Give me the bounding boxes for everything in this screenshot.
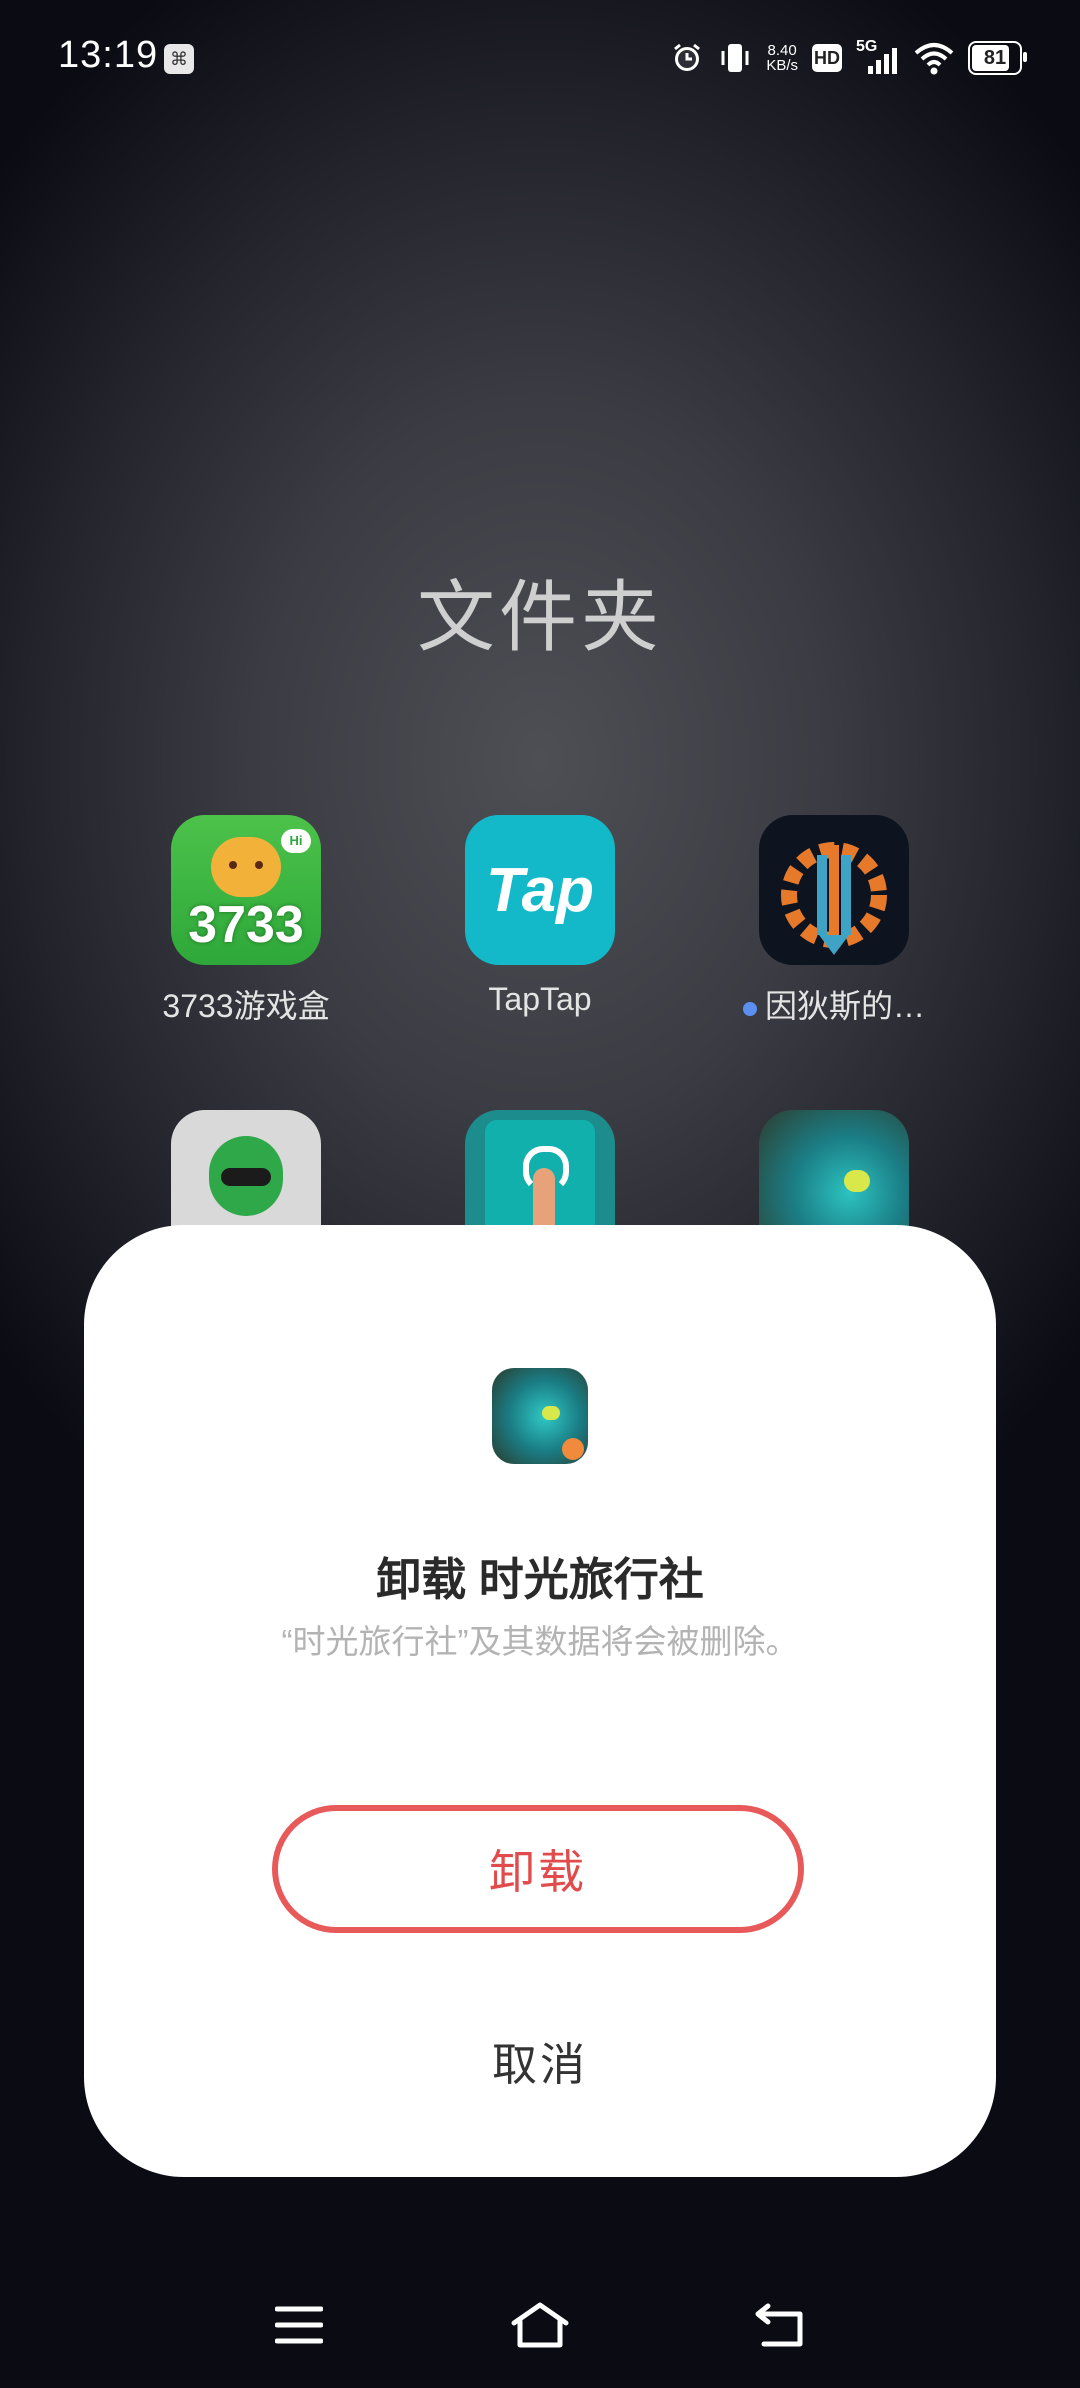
hd-badge: HD	[812, 44, 842, 72]
battery-icon: 81	[968, 41, 1027, 75]
uninstall-button[interactable]: 卸载	[272, 1805, 804, 1933]
app-3733-icon: Hi 3733	[171, 815, 321, 965]
menu-icon[interactable]	[264, 2290, 334, 2360]
app-label: TapTap	[488, 981, 592, 1017]
app-3733[interactable]: Hi 3733 3733游戏盒	[136, 815, 356, 1027]
taptap-logo-text: Tap	[486, 856, 594, 925]
network-label: 5G	[856, 38, 878, 55]
folder-title[interactable]: 文件夹	[0, 555, 1080, 667]
app-label: 因狄斯的…	[724, 981, 944, 1027]
status-bar: 13:19 ⌘ 8.40 KB/s HD 5G 81	[0, 0, 1080, 120]
sim-card-icon: ⌘	[164, 44, 194, 74]
app-taptap-icon: Tap	[465, 815, 615, 965]
signal-5g-icon: 5G	[856, 38, 900, 76]
navigation-bar	[0, 2270, 1080, 2380]
new-install-dot	[742, 1001, 757, 1016]
app-taptap[interactable]: Tap TapTap	[430, 815, 650, 1018]
status-icons: 8.40 KB/s HD 5G 81	[670, 36, 1027, 80]
net-speed: 8.40 KB/s	[766, 43, 798, 73]
app-indis[interactable]: 因狄斯的…	[724, 815, 944, 1027]
status-time: 13:19	[58, 34, 159, 76]
vibrate-icon	[718, 41, 752, 75]
battery-level: 81	[983, 46, 1007, 69]
home-icon[interactable]	[505, 2290, 575, 2360]
wifi-icon	[914, 41, 954, 75]
app-icon	[492, 1368, 588, 1464]
net-speed-value: 8.40	[767, 42, 797, 59]
app-3733-logo-text: 3733	[188, 896, 304, 954]
dialog-title: 卸载 时光旅行社	[376, 1554, 704, 1605]
uninstall-dialog: 卸载 时光旅行社 “时光旅行社”及其数据将会被删除。 卸载 取消	[84, 1225, 996, 2177]
alarm-icon	[670, 41, 704, 75]
app-label-text: 因狄斯的…	[764, 988, 925, 1024]
dialog-subtitle: “时光旅行社”及其数据将会被删除。	[281, 1623, 799, 1660]
back-icon[interactable]	[745, 2290, 815, 2360]
app-indis-icon	[759, 815, 909, 965]
app-label: 3733游戏盒	[162, 988, 330, 1024]
cancel-button[interactable]: 取消	[384, 2020, 696, 2100]
net-speed-unit: KB/s	[766, 57, 798, 74]
